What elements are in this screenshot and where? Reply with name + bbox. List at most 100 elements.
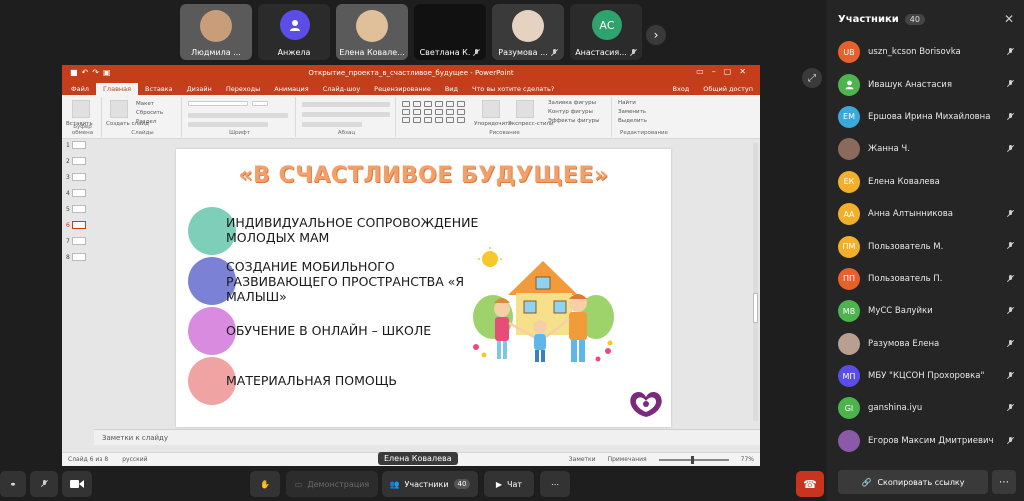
participant-row[interactable]: GI ganshina.iyu	[838, 392, 1018, 424]
participant-video	[512, 10, 544, 42]
participants-button[interactable]: 👥 Участники 40	[382, 471, 478, 497]
tab-design[interactable]: Дизайн	[180, 83, 219, 95]
slide-thumbnail[interactable]: 5	[66, 205, 92, 213]
chat-button[interactable]: ▶ Чат	[484, 471, 534, 497]
window-controls: ▭–▢✕	[696, 67, 754, 76]
new-slide-icon[interactable]	[110, 100, 128, 118]
tab-animation[interactable]: Анимация	[267, 83, 315, 95]
quick-styles-icon[interactable]	[516, 100, 534, 118]
participant-row[interactable]: ЕМ Ершова Ирина Михайловна	[838, 101, 1018, 133]
tab-home[interactable]: Главная	[95, 83, 139, 95]
mic-off-icon	[1007, 242, 1014, 250]
participant-name: Жанна Ч.	[868, 144, 910, 155]
arrange-label[interactable]: Упорядочить	[474, 121, 512, 127]
shape-outline-button[interactable]: Контур фигуры	[548, 109, 593, 115]
participant-tile[interactable]: Разумова ...	[492, 4, 564, 60]
tab-insert[interactable]: Вставка	[138, 83, 180, 95]
layout-button[interactable]: Макет	[136, 101, 154, 107]
find-button[interactable]: Найти	[618, 100, 636, 106]
current-slide[interactable]: «В СЧАСТЛИВОЕ БУДУЩЕЕ» ИНДИВИДУАЛЬНОЕ СО…	[176, 149, 671, 427]
camera-button[interactable]	[62, 471, 92, 497]
section-button[interactable]: Раздел	[136, 119, 156, 125]
font-format-buttons[interactable]	[188, 113, 288, 118]
group-label: Слайды	[131, 130, 154, 136]
slide-thumbnail[interactable]: 7	[66, 237, 92, 245]
align-buttons[interactable]	[302, 112, 390, 117]
screen-share-button[interactable]: ▭ Демонстрация	[286, 471, 378, 497]
ppt-workspace: 1 2 3 4 5 6 7 8 «В СЧАСТЛИВОЕ БУДУЩЕЕ» И…	[62, 139, 760, 452]
spacing-buttons[interactable]	[302, 122, 362, 127]
font-family-select[interactable]	[188, 101, 248, 106]
slide-thumbnail[interactable]: 3	[66, 173, 92, 181]
participant-tile[interactable]: Елена Ковале...	[336, 4, 408, 60]
ribbon-group-editing: Найти Заменить Выделить Редактирование	[614, 97, 674, 137]
tab-view[interactable]: Вид	[438, 83, 465, 95]
arrange-icon[interactable]	[482, 100, 500, 118]
slide-thumbnail[interactable]: 1	[66, 141, 92, 149]
shape-effects-button[interactable]: Эффекты фигуры	[548, 118, 600, 124]
chevron-right-icon[interactable]: ›	[646, 25, 666, 45]
participant-tile[interactable]: АС Анастасия...	[570, 4, 642, 60]
more-options-icon[interactable]: ⋯	[540, 471, 570, 497]
reset-button[interactable]: Сбросить	[136, 110, 163, 116]
copy-link-button[interactable]: 🔗 Скопировать ссылку	[838, 470, 988, 494]
comments-toggle[interactable]: Примечания	[608, 456, 647, 463]
participant-tile[interactable]: Анжела	[258, 4, 330, 60]
more-options-icon[interactable]: ⋯	[992, 470, 1016, 494]
expand-icon[interactable]: ⤢	[802, 68, 822, 88]
tab-file[interactable]: Файл	[64, 83, 96, 95]
notes-toggle[interactable]: Заметки	[569, 456, 596, 463]
list-buttons[interactable]	[302, 102, 390, 107]
mic-off-icon	[1007, 80, 1014, 88]
participant-row[interactable]: Егоров Максим Дмитриевич	[838, 425, 1018, 457]
font-color-buttons[interactable]	[188, 122, 268, 127]
hand-icon: ✋	[260, 479, 270, 489]
family-house-illustration	[473, 247, 614, 362]
participant-row[interactable]: МП МБУ "КЦСОН Прохоровка"	[838, 360, 1018, 392]
participant-row[interactable]: Разумова Елена	[838, 328, 1018, 360]
slide-thumbnail[interactable]: 4	[66, 189, 92, 197]
mic-off-icon	[1007, 48, 1014, 56]
shapes-gallery[interactable]	[402, 101, 466, 123]
participant-row[interactable]: ПП Пользователь П.	[838, 263, 1018, 295]
participant-row[interactable]: МВ МуСС Валуйки	[838, 295, 1018, 327]
participant-avatar: ПП	[838, 267, 860, 290]
zoom-level[interactable]: 77%	[741, 456, 754, 463]
close-icon[interactable]: ✕	[1004, 12, 1014, 26]
link-icon[interactable]: ⚭	[0, 471, 26, 497]
tell-me-search[interactable]: Что вы хотите сделать?	[465, 83, 561, 95]
participant-row[interactable]: Жанна Ч.	[838, 133, 1018, 165]
select-button[interactable]: Выделить	[618, 118, 647, 124]
mic-off-button[interactable]	[30, 471, 58, 497]
participant-tile[interactable]: Светлана К.	[414, 4, 486, 60]
raise-hand-button[interactable]: ✋	[250, 471, 280, 497]
paste-icon[interactable]	[72, 100, 90, 118]
share-button[interactable]: Общий доступ	[696, 83, 760, 95]
participant-row[interactable]: Ивашук Анастасия	[838, 68, 1018, 100]
participant-tile[interactable]: Людмила ...	[180, 4, 252, 60]
language-indicator[interactable]: русский	[122, 456, 147, 463]
tab-slideshow[interactable]: Слайд-шоу	[316, 83, 368, 95]
ribbon-group-font: Шрифт	[184, 97, 296, 137]
participant-row[interactable]: ЕК Елена Ковалева	[838, 166, 1018, 198]
slide-scrollbar[interactable]	[753, 143, 758, 421]
replace-button[interactable]: Заменить	[618, 109, 646, 115]
participant-row[interactable]: UB uszn_kcson Borisovka	[838, 36, 1018, 68]
leave-call-button[interactable]: ☎	[796, 471, 824, 497]
sign-in-link[interactable]: Вход	[666, 83, 697, 95]
tab-review[interactable]: Рецензирование	[367, 83, 438, 95]
shape-fill-button[interactable]: Заливка фигуры	[548, 100, 596, 106]
ppt-window-title: Открытие_проекта_в_счастливое_будущее - …	[308, 69, 514, 77]
font-size-select[interactable]	[252, 101, 268, 106]
tab-transitions[interactable]: Переходы	[219, 83, 267, 95]
participant-row[interactable]: АА Анна Алтынникова	[838, 198, 1018, 230]
slide-notes[interactable]: Заметки к слайду	[94, 429, 760, 445]
chat-icon: ▶	[495, 479, 503, 489]
participant-row[interactable]: ПМ Пользователь М.	[838, 230, 1018, 262]
slide-thumbnail[interactable]: 8	[66, 253, 92, 261]
zoom-slider[interactable]	[658, 455, 729, 464]
quick-styles-label[interactable]: Экспресс-стили	[508, 121, 554, 127]
participant-name: Елена Ковалева	[868, 176, 940, 187]
slide-thumbnail[interactable]: 2	[66, 157, 92, 165]
slide-thumbnail-active[interactable]: 6	[66, 221, 92, 229]
